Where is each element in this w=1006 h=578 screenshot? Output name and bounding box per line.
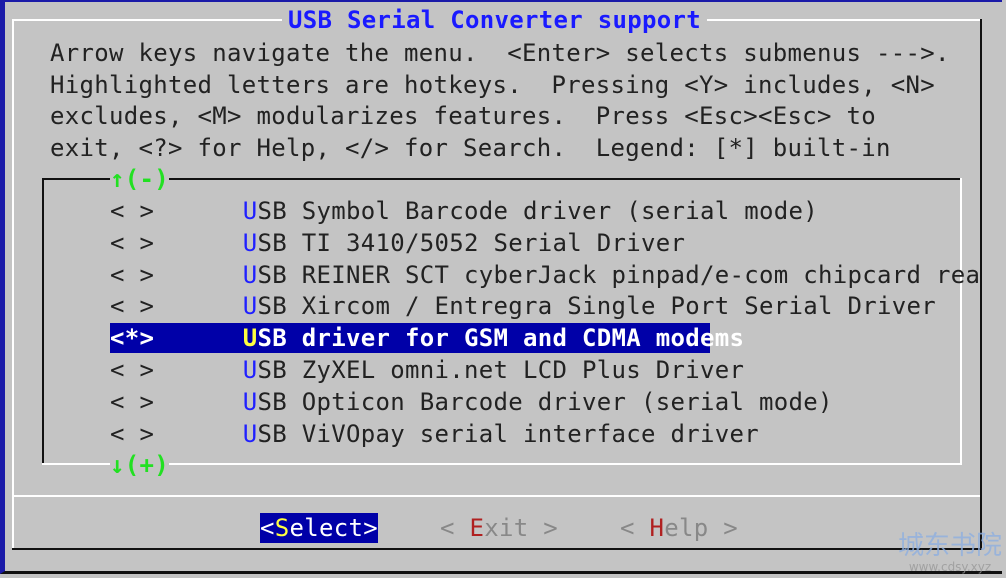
menu-item[interactable]: < > USB ZyXEL omni.net LCD Plus Driver [110, 355, 744, 385]
item-hotkey: U [242, 197, 258, 225]
dialog-title: USB Serial Converter support [282, 5, 707, 35]
button-hotkey: H [649, 514, 665, 542]
select-button[interactable]: <Select> [260, 513, 378, 543]
item-hotkey: U [242, 387, 258, 416]
menu-border-top [42, 178, 962, 180]
item-state[interactable]: < > [110, 229, 154, 257]
item-label: SB ZyXEL omni.net LCD Plus Driver [257, 356, 745, 384]
help-line: Arrow keys navigate the menu. <Enter> se… [50, 39, 950, 67]
dialog-border-right [980, 19, 982, 549]
item-state[interactable]: < > [110, 356, 154, 384]
item-hotkey: U [242, 356, 258, 384]
item-state[interactable]: < > [110, 420, 154, 448]
item-label: SB Opticon Barcode driver (serial mode) [257, 387, 833, 416]
item-label: SB TI 3410/5052 Serial Driver [257, 228, 686, 257]
item-state[interactable]: < > [110, 197, 154, 225]
dialog-border-bottom [12, 548, 982, 550]
watermark-url: www.cdsy.xyz [908, 560, 992, 574]
item-label: SB driver for GSM and CDMA modems [257, 324, 745, 353]
button-bracket: < [440, 514, 470, 542]
menu-border-left [42, 178, 44, 465]
item-state[interactable]: < > [110, 292, 154, 320]
item-label: SB Xircom / Entregra Single Port Serial … [257, 292, 936, 321]
item-hotkey: U [242, 292, 258, 321]
button-label: elect> [289, 514, 378, 542]
help-button[interactable]: < Help > [620, 513, 738, 543]
button-hotkey: S [274, 514, 290, 542]
item-label: SB Symbol Barcode driver (serial mode) [257, 197, 818, 225]
menu-item-selected[interactable]: <*> USB driver for GSM and CDMA modems [110, 323, 744, 354]
scroll-up-indicator[interactable]: ↑(-) [110, 164, 169, 194]
menu-item[interactable]: < > USB ViVOpay serial interface driver [110, 419, 759, 449]
item-label: SB ViVOpay serial interface driver [257, 419, 759, 448]
menu-item[interactable]: < > USB REINER SCT cyberJack pinpad/e-co… [110, 260, 980, 290]
help-line: exit, <?> for Help, </> for Search. Lege… [50, 134, 891, 162]
help-line: excludes, <M> modularizes features. Pres… [50, 102, 876, 130]
item-state[interactable]: < > [110, 261, 154, 289]
watermark: 城东书院 www.cdsy.xyz [898, 532, 1002, 574]
item-state[interactable]: < > [110, 388, 154, 416]
scroll-down-indicator[interactable]: ↓(+) [110, 450, 169, 480]
menu-border-bottom [42, 463, 962, 465]
button-label: xit > [484, 514, 558, 542]
watermark-text: 城东书院 [897, 531, 1002, 561]
button-bracket: < [620, 514, 650, 542]
exit-button[interactable]: < Exit > [440, 513, 558, 543]
menu-item[interactable]: < > USB Xircom / Entregra Single Port Se… [110, 291, 936, 321]
menu-item[interactable]: < > USB TI 3410/5052 Serial Driver [110, 228, 685, 258]
item-hotkey: U [242, 419, 258, 448]
button-bracket: < [260, 514, 275, 542]
button-hotkey: E [469, 514, 485, 542]
menu-item[interactable]: < > USB Symbol Barcode driver (serial mo… [110, 196, 818, 226]
menu-item[interactable]: < > USB Opticon Barcode driver (serial m… [110, 387, 833, 417]
item-hotkey: U [242, 260, 258, 289]
button-label: elp > [664, 514, 738, 542]
item-hotkey: U [242, 324, 258, 353]
item-state[interactable]: <*> [110, 324, 154, 352]
menu-border-right [960, 178, 962, 465]
help-line: Highlighted letters are hotkeys. Pressin… [50, 71, 935, 99]
button-separator [14, 495, 980, 497]
item-label: SB REINER SCT cyberJack pinpad/e-com chi… [257, 260, 981, 289]
item-hotkey: U [242, 228, 258, 257]
dialog-border-left [12, 19, 14, 549]
